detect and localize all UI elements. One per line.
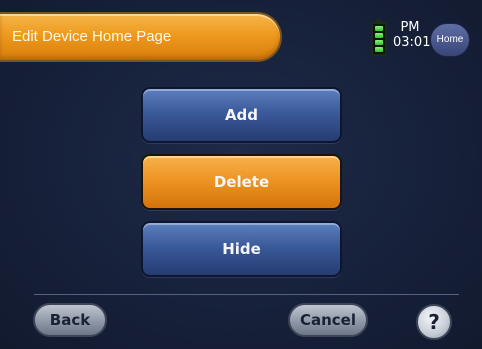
battery-segment	[375, 40, 383, 45]
page-title: Edit Device Home Page	[12, 28, 172, 45]
help-icon[interactable]: ?	[416, 304, 452, 340]
cancel-button[interactable]: Cancel	[288, 303, 368, 337]
hide-button[interactable]: Hide	[141, 221, 342, 277]
clock-period: PM	[400, 20, 420, 35]
title-tab: Edit Device Home Page	[0, 12, 282, 62]
battery-segment	[375, 33, 383, 38]
add-button[interactable]: Add	[141, 87, 342, 143]
home-button[interactable]: Home	[430, 23, 470, 57]
delete-button[interactable]: Delete	[141, 154, 342, 210]
battery-segment	[375, 47, 383, 52]
device-screen: Edit Device Home Page PM 03:01 Home Add …	[0, 0, 482, 349]
battery-segment	[375, 26, 383, 31]
clock-time: 03:01	[393, 35, 431, 50]
back-button[interactable]: Back	[33, 303, 107, 337]
footer-divider	[34, 294, 459, 295]
clock: PM 03:01	[393, 20, 431, 50]
battery-full-icon	[371, 19, 387, 56]
